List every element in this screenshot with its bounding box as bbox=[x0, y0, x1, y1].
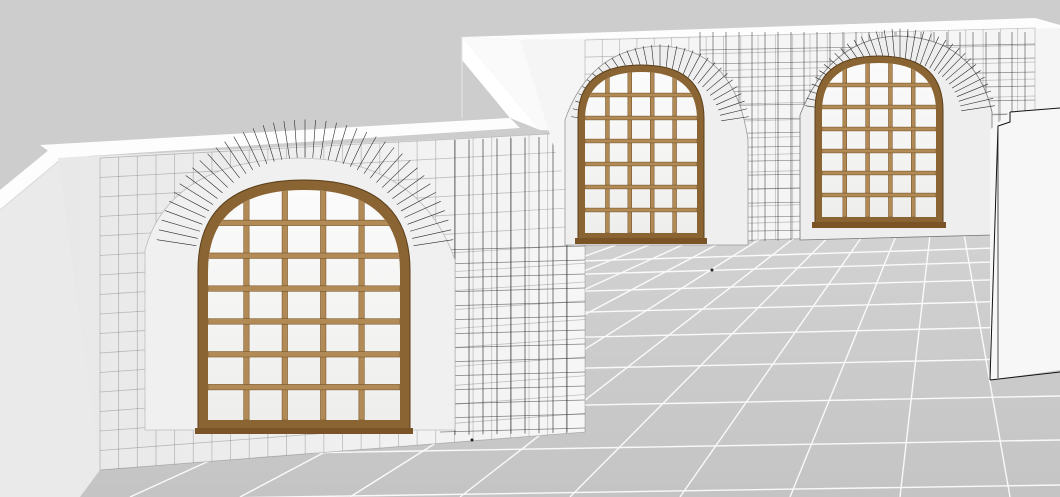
arched-window-front[interactable] bbox=[195, 179, 413, 434]
3d-viewport[interactable] bbox=[0, 0, 1060, 497]
vertex-dot bbox=[470, 438, 474, 442]
arched-window-middle[interactable] bbox=[575, 64, 707, 244]
vertex-dot bbox=[710, 268, 714, 272]
scene-canvas[interactable] bbox=[0, 0, 1060, 497]
door-frame-right[interactable] bbox=[989, 107, 1060, 381]
arched-window-back[interactable] bbox=[812, 55, 946, 228]
